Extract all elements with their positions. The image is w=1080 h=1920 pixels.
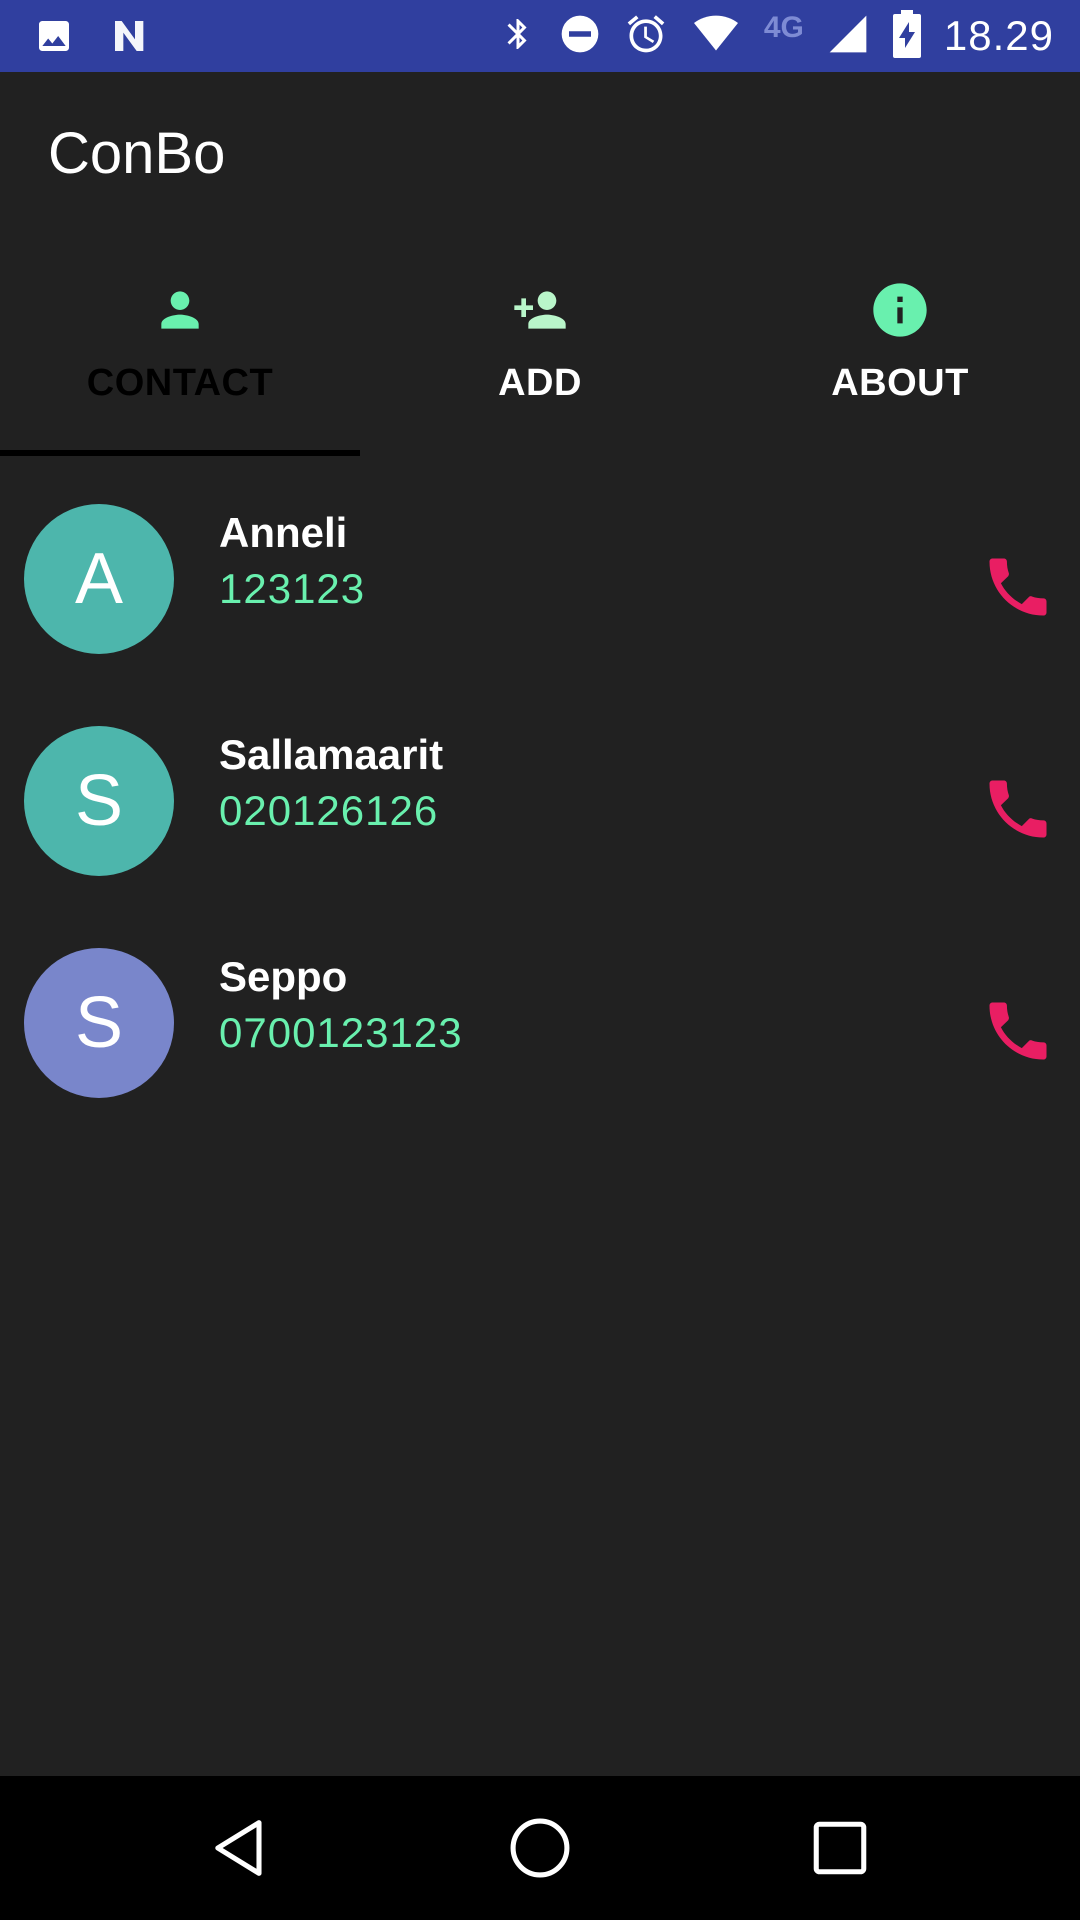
signal-icon [826,12,870,61]
tab-bar: CONTACT ADD ABOUT [0,250,1080,456]
call-icon[interactable] [980,771,1056,847]
tab-contact-label: CONTACT [86,362,274,404]
contact-number: 0700123123 [219,1009,463,1056]
info-icon [868,280,932,340]
contact-name: Seppo [219,953,348,1000]
contact-row[interactable]: S Seppo 0700123123 [0,927,1080,1149]
contact-row[interactable]: S Sallamaarit 020126126 [0,705,1080,927]
contact-name: Anneli [219,509,348,556]
contact-list: A Anneli 123123 S Sallamaarit 020126126 … [0,483,1080,1149]
do-not-disturb-icon [558,12,602,61]
status-bar: 4G 18.29 [0,0,1080,72]
tab-about-label: ABOUT [831,362,969,404]
tab-indicator [0,450,360,456]
avatar: S [24,726,174,876]
navigation-bar [0,1776,1080,1920]
person-add-icon [504,280,576,340]
bluetooth-icon [500,12,536,61]
avatar: A [24,504,174,654]
recents-icon[interactable] [802,1810,878,1886]
avatar: S [24,948,174,1098]
contact-number: 020126126 [219,787,439,834]
person-icon [152,280,208,340]
home-icon[interactable] [502,1810,578,1886]
tab-contact[interactable]: CONTACT [0,250,360,456]
n-icon [108,16,152,61]
battery-charging-icon [892,9,922,63]
image-icon [34,16,74,61]
call-icon[interactable] [980,993,1056,1069]
app-title: ConBo [48,121,226,186]
tab-add-label: ADD [498,362,582,404]
tab-add[interactable]: ADD [360,250,720,456]
call-icon[interactable] [980,549,1056,625]
contact-row[interactable]: A Anneli 123123 [0,483,1080,705]
network-type-label: 4G [763,11,804,44]
contact-number: 123123 [219,565,366,612]
wifi-icon [690,12,742,61]
contact-name: Sallamaarit [219,731,444,778]
tab-about[interactable]: ABOUT [720,250,1080,456]
status-time: 18.29 [943,12,1054,59]
alarm-icon [624,12,668,61]
back-icon[interactable] [202,1810,278,1886]
